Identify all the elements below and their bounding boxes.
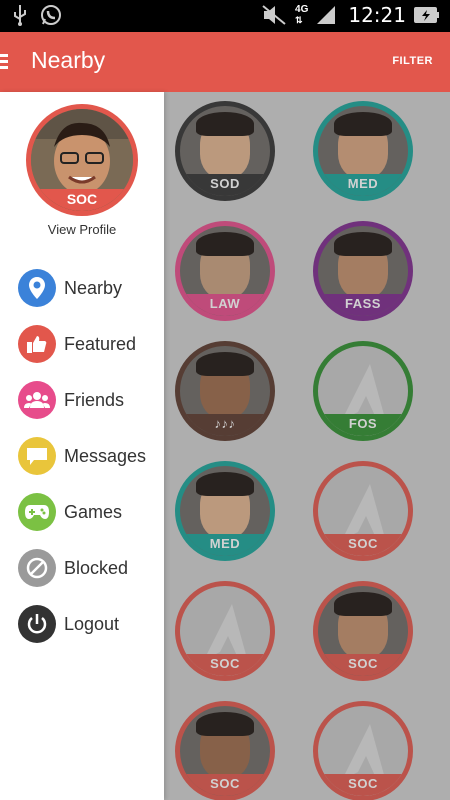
profile-avatar[interactable]: SOC bbox=[26, 104, 138, 216]
menu-item-blocked[interactable]: Blocked bbox=[18, 540, 146, 596]
power-icon bbox=[18, 605, 56, 643]
clock: 12:21 bbox=[348, 3, 406, 27]
menu-item-games[interactable]: Games bbox=[18, 484, 146, 540]
filter-button[interactable]: FILTER bbox=[392, 55, 433, 67]
blocked-icon bbox=[18, 549, 56, 587]
menu-item-label: Logout bbox=[64, 613, 120, 634]
menu-item-label: Games bbox=[64, 501, 123, 522]
menu-item-label: Blocked bbox=[64, 557, 129, 578]
gamepad-icon bbox=[18, 493, 56, 531]
profile-faculty-badge: SOC bbox=[31, 189, 133, 211]
menu-item-label: Featured bbox=[64, 333, 137, 354]
menu-item-label: Nearby bbox=[64, 277, 123, 298]
thumbs-up-icon bbox=[18, 325, 56, 363]
menu-item-featured[interactable]: Featured bbox=[18, 316, 146, 372]
app-bar: Nearby FILTER bbox=[0, 32, 450, 92]
menu-item-friends[interactable]: Friends bbox=[18, 372, 146, 428]
network-type: 4G ⇅ bbox=[295, 4, 309, 26]
menu-item-label: Messages bbox=[64, 445, 147, 466]
page-title: Nearby bbox=[31, 47, 106, 73]
people-icon bbox=[18, 381, 56, 419]
usb-icon bbox=[14, 5, 26, 26]
chat-bubble-icon bbox=[18, 437, 56, 475]
menu-item-logout[interactable]: Logout bbox=[18, 596, 146, 652]
status-bar: 4G ⇅ 12:21 bbox=[0, 0, 450, 32]
whatsapp-icon bbox=[41, 5, 61, 25]
location-pin-icon bbox=[18, 269, 56, 307]
signal-icon bbox=[317, 6, 336, 24]
navigation-drawer: SOC View Profile Nearby Featured Friends bbox=[0, 92, 164, 800]
view-profile-link[interactable]: View Profile bbox=[0, 222, 164, 237]
battery-charging-icon bbox=[414, 7, 439, 23]
hamburger-menu-icon[interactable] bbox=[0, 54, 8, 70]
menu-item-nearby[interactable]: Nearby bbox=[18, 260, 146, 316]
menu-item-label: Friends bbox=[64, 389, 125, 410]
drawer-menu: Nearby Featured Friends Messages Games B… bbox=[18, 260, 146, 652]
menu-item-messages[interactable]: Messages bbox=[18, 428, 146, 484]
drawer-scrim[interactable] bbox=[164, 92, 450, 800]
mute-icon bbox=[262, 5, 286, 25]
